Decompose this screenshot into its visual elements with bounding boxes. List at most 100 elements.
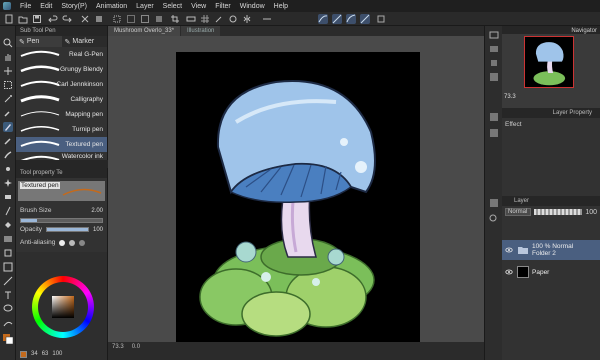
- new-file-icon[interactable]: [4, 14, 14, 24]
- panel-search-icon[interactable]: [489, 214, 499, 224]
- eyedropper-icon[interactable]: [3, 108, 13, 118]
- navigator-thumbnail[interactable]: [524, 36, 574, 88]
- brush-size-slider[interactable]: [20, 217, 103, 223]
- layer-opacity-slider[interactable]: [534, 209, 583, 215]
- figure-icon[interactable]: [3, 248, 13, 258]
- antialias-weak-icon[interactable]: [69, 239, 76, 246]
- color-value-2[interactable]: 63: [42, 351, 49, 358]
- menu-layer[interactable]: Layer: [136, 3, 154, 10]
- blend-mode-select[interactable]: Normal: [505, 208, 531, 216]
- menu-animation[interactable]: Animation: [96, 3, 127, 10]
- visibility-eye-icon[interactable]: [505, 246, 513, 254]
- selection-icon[interactable]: [3, 80, 13, 90]
- panel-layers-icon[interactable]: [489, 44, 499, 54]
- eraser-icon[interactable]: [3, 192, 13, 202]
- brush-item-selected[interactable]: Textured pen: [16, 137, 107, 152]
- crop-icon[interactable]: [170, 14, 180, 24]
- visibility-eye-icon[interactable]: [505, 268, 513, 276]
- menu-select[interactable]: Select: [163, 3, 182, 10]
- navigator-zoom[interactable]: 73.3: [504, 94, 516, 100]
- menu-filter[interactable]: Filter: [215, 3, 231, 10]
- opacity-slider[interactable]: [46, 227, 89, 232]
- artboard[interactable]: [176, 52, 420, 348]
- pencil-icon[interactable]: [3, 136, 13, 146]
- correct-line-icon[interactable]: [3, 318, 13, 328]
- brush-icon[interactable]: [3, 150, 13, 160]
- curve-icon[interactable]: [346, 14, 356, 24]
- zoom-icon[interactable]: [3, 38, 13, 48]
- snap-icon[interactable]: [360, 14, 370, 24]
- menu-window[interactable]: Window: [240, 3, 265, 10]
- menu-story[interactable]: Story(P): [61, 3, 87, 10]
- color-wheel[interactable]: [32, 276, 94, 338]
- brush-item[interactable]: Watercolor ink: [16, 152, 107, 160]
- tab-mushroom-doc[interactable]: Mushroom Overlo_33*: [108, 26, 181, 36]
- balloon-icon[interactable]: [3, 304, 13, 314]
- menu-view[interactable]: View: [191, 3, 206, 10]
- color-value-1[interactable]: 34: [31, 351, 38, 358]
- brush-item[interactable]: Grungy Blendy: [16, 62, 107, 77]
- stabilizer-icon[interactable]: [318, 14, 328, 24]
- save-icon[interactable]: [32, 14, 42, 24]
- color-value-3[interactable]: 100: [52, 351, 62, 358]
- main-color-chip[interactable]: [20, 351, 27, 358]
- snap-grid-icon[interactable]: [376, 14, 386, 24]
- brush-item[interactable]: Real G-Pen: [16, 47, 107, 62]
- tab-pen[interactable]: ✎ Pen: [16, 36, 62, 47]
- deselect-icon[interactable]: [140, 14, 150, 24]
- decoration-icon[interactable]: [3, 178, 13, 188]
- line-icon[interactable]: [332, 14, 342, 24]
- blend-icon[interactable]: [3, 206, 13, 216]
- tab-illustration-doc[interactable]: Illustration: [181, 26, 221, 36]
- brush-size-icon[interactable]: [228, 14, 238, 24]
- saturation-value-square[interactable]: [52, 296, 74, 318]
- panel-material-icon[interactable]: [489, 58, 499, 68]
- ruler-icon[interactable]: [186, 14, 196, 24]
- antialias-none-icon[interactable]: [59, 239, 66, 246]
- redo-icon[interactable]: [62, 14, 72, 24]
- airbrush-icon[interactable]: [3, 164, 13, 174]
- transform-icon[interactable]: [112, 14, 122, 24]
- hand-icon[interactable]: [3, 52, 13, 62]
- select-all-icon[interactable]: [126, 14, 136, 24]
- flip-icon[interactable]: [262, 14, 272, 24]
- panel-toggle-icon[interactable]: [489, 30, 499, 40]
- layer-opacity-value[interactable]: 100: [585, 209, 597, 216]
- clear-icon[interactable]: [80, 14, 90, 24]
- magic-wand-icon[interactable]: [3, 94, 13, 104]
- panel-property-icon[interactable]: [489, 128, 499, 138]
- status-angle[interactable]: 0.0: [132, 344, 140, 350]
- mirror-icon[interactable]: [242, 14, 252, 24]
- brush-item[interactable]: Carl Jennkinson: [16, 77, 107, 92]
- opacity-value[interactable]: 100: [93, 227, 103, 233]
- menu-edit[interactable]: Edit: [40, 3, 52, 10]
- menu-help[interactable]: Help: [274, 3, 288, 10]
- gradient-icon[interactable]: [3, 234, 13, 244]
- grid-icon[interactable]: [200, 14, 210, 24]
- pen-tool-icon[interactable]: [3, 122, 13, 132]
- frame-icon[interactable]: [3, 262, 13, 272]
- tab-marker[interactable]: ✎ Marker: [62, 36, 108, 47]
- layer-item-folder[interactable]: 100 % Normal Folder 2: [502, 240, 600, 260]
- brush-item[interactable]: Calligraphy: [16, 92, 107, 107]
- ruler-tool-icon[interactable]: [3, 276, 13, 286]
- fill-icon[interactable]: [94, 14, 104, 24]
- menu-file[interactable]: File: [20, 3, 31, 10]
- open-file-icon[interactable]: [18, 14, 28, 24]
- panel-history-icon[interactable]: [489, 72, 499, 82]
- layer-item-paper[interactable]: Paper: [502, 262, 600, 282]
- panel-navigator-icon[interactable]: [489, 112, 499, 122]
- antialias-strong-icon[interactable]: [79, 239, 86, 246]
- status-zoom[interactable]: 73.3: [112, 344, 124, 350]
- undo-icon[interactable]: [48, 14, 58, 24]
- brush-item[interactable]: Turnip pen: [16, 122, 107, 137]
- eyedrop-icon[interactable]: [214, 14, 224, 24]
- fill-bucket-icon[interactable]: [3, 220, 13, 230]
- invert-selection-icon[interactable]: [154, 14, 164, 24]
- main-color-chip-icon[interactable]: [3, 334, 14, 345]
- brush-size-value[interactable]: 2.00: [91, 208, 103, 214]
- panel-layer-icon[interactable]: [489, 198, 499, 208]
- move-icon[interactable]: [3, 66, 13, 76]
- brush-item[interactable]: Mapping pen: [16, 107, 107, 122]
- text-icon[interactable]: [3, 290, 13, 300]
